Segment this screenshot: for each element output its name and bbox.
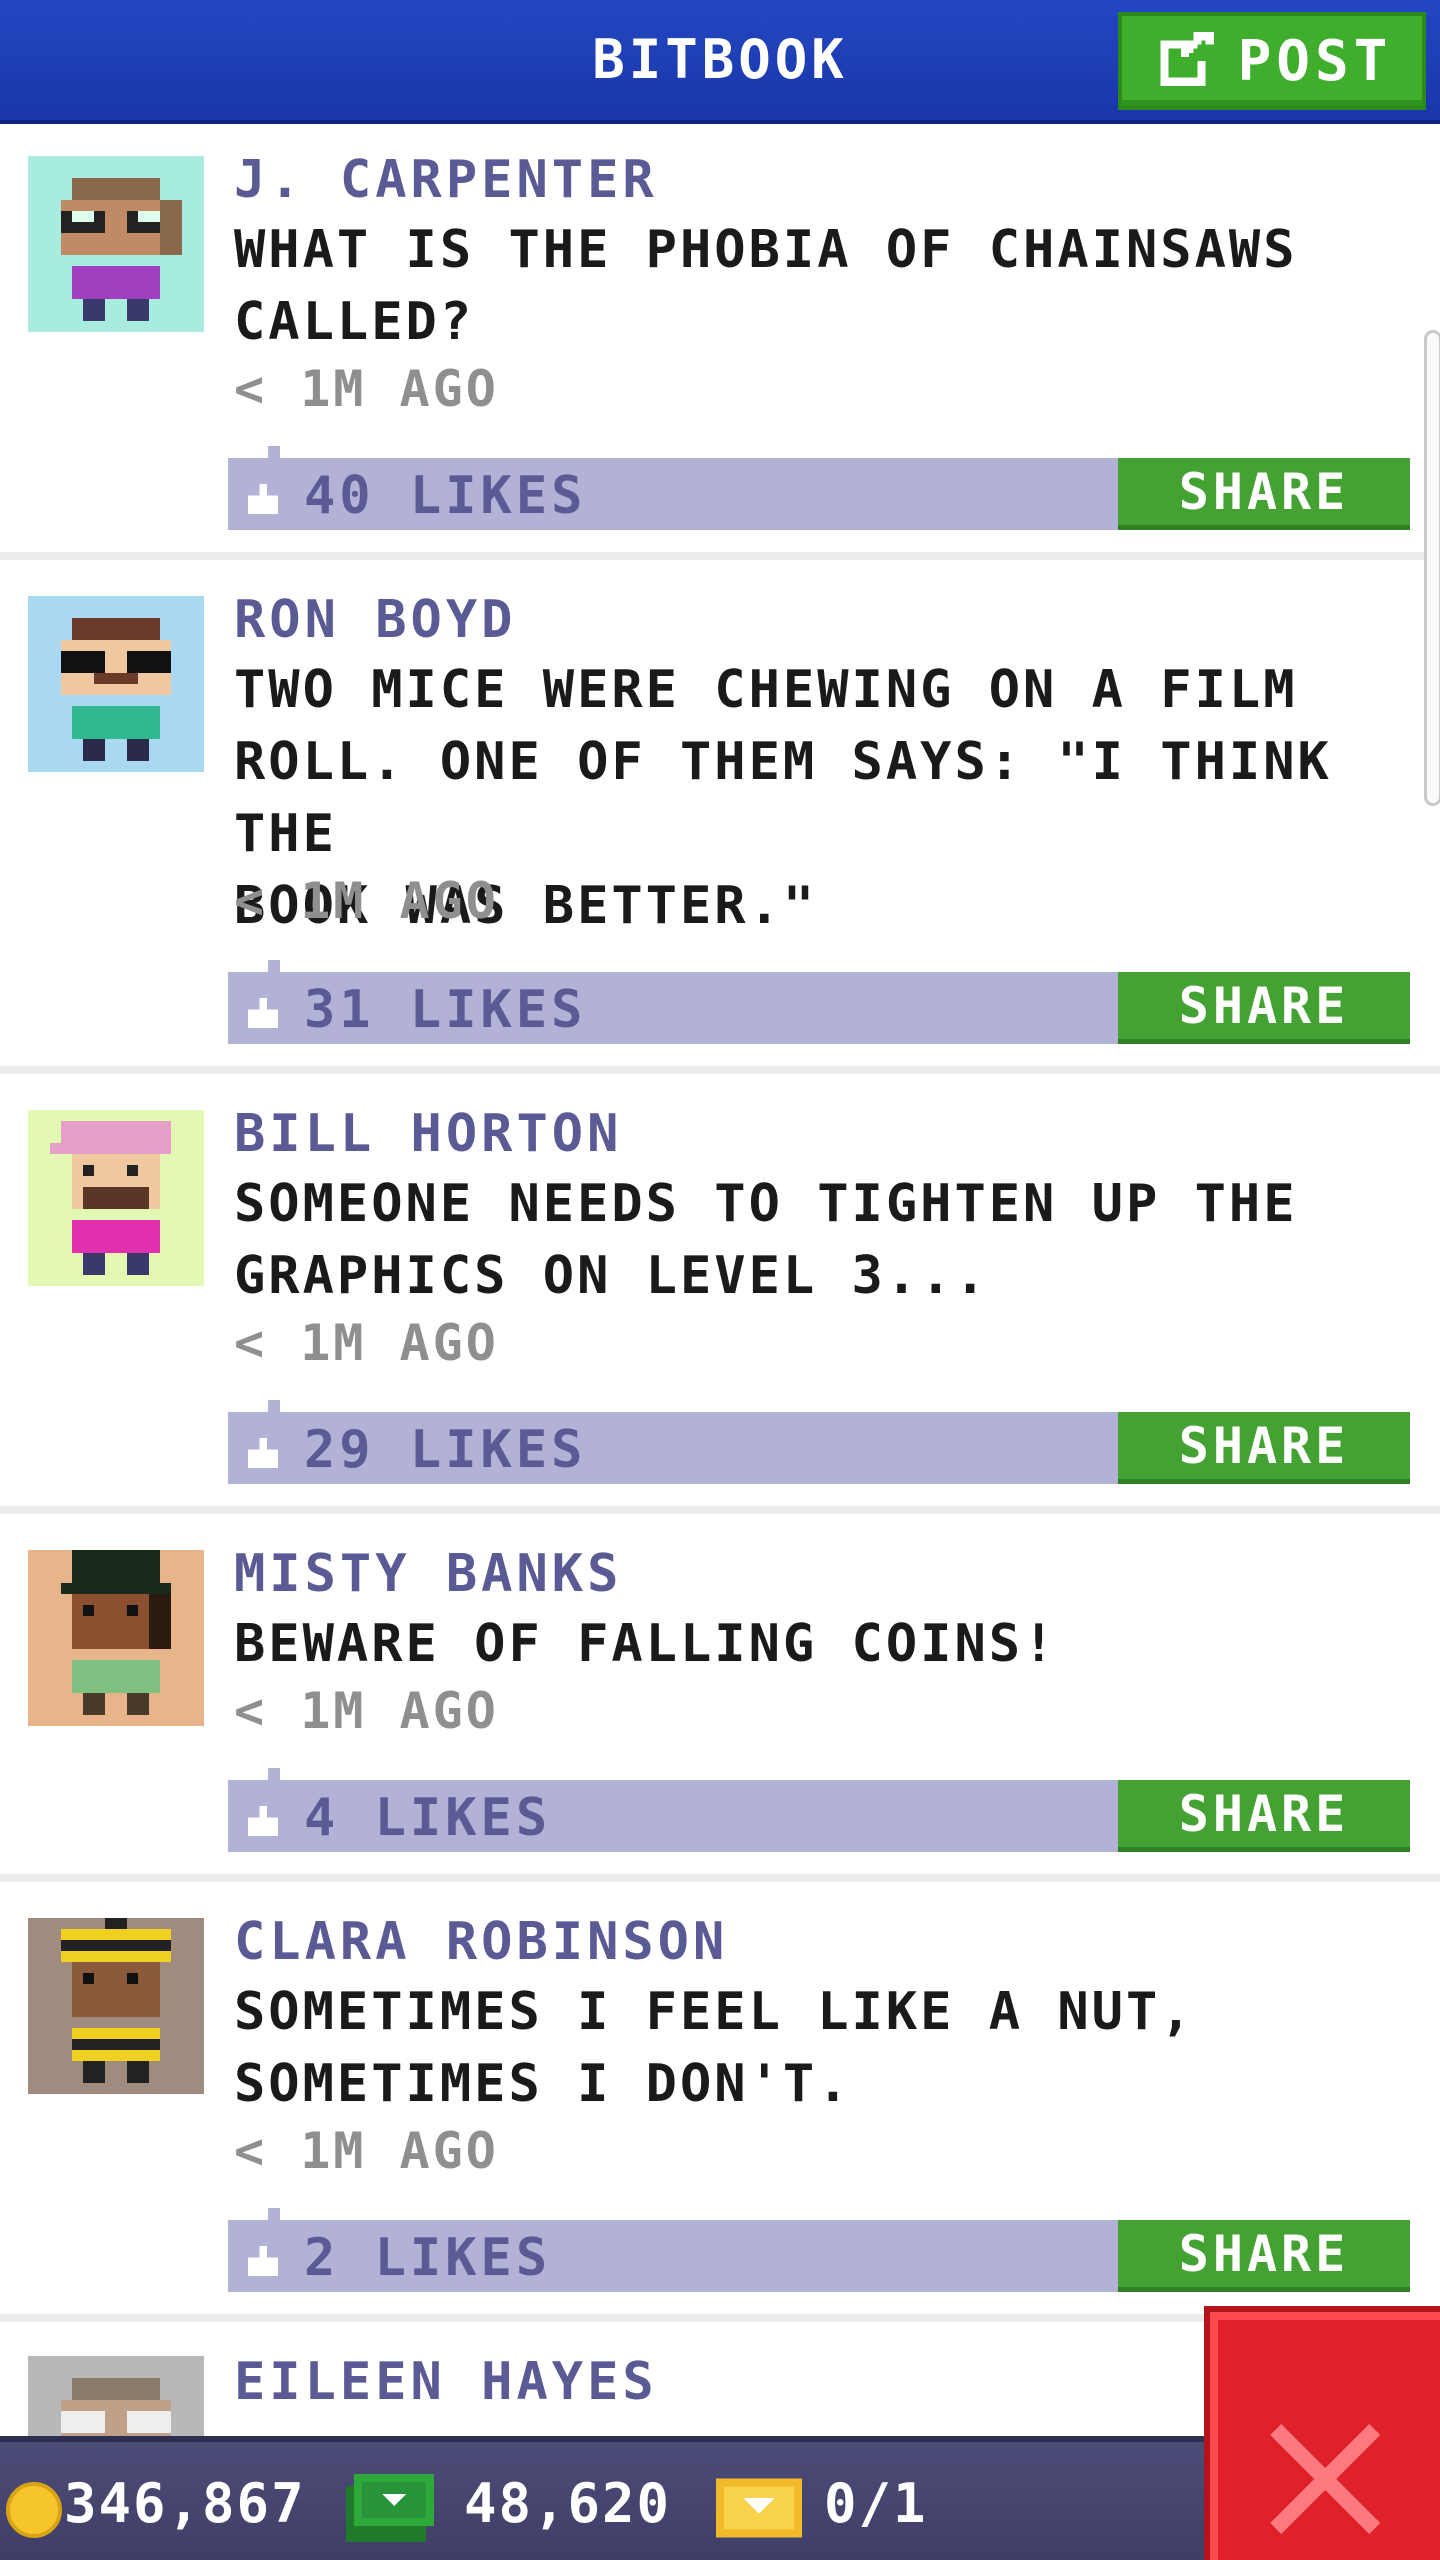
- like-bar-notch: [268, 960, 280, 972]
- avatar[interactable]: [28, 2356, 204, 2436]
- post-time: < 1M AGO: [234, 2122, 499, 2180]
- post-message: SOMETIMES I FEEL LIKE A NUT, SOMETIMES I…: [234, 1982, 1195, 2114]
- post-message: SOMEONE NEEDS TO TIGHTEN UP THE GRAPHICS…: [234, 1174, 1298, 1306]
- like-bar: 2 LIKES SHARE: [228, 2208, 1410, 2292]
- avatar[interactable]: [28, 1550, 204, 1726]
- like-count: 40 LIKES: [304, 466, 587, 526]
- feed-post: BILL HORTON SOMEONE NEEDS TO TIGHTEN UP …: [0, 1082, 1440, 1514]
- thumbs-up-icon[interactable]: [248, 2246, 278, 2276]
- thumbs-up-icon[interactable]: [248, 484, 278, 514]
- avatar[interactable]: [28, 1918, 204, 2094]
- share-button[interactable]: SHARE: [1118, 1780, 1410, 1852]
- thumbs-up-icon[interactable]: [248, 998, 278, 1028]
- share-button[interactable]: SHARE: [1118, 458, 1410, 530]
- like-bar-notch: [268, 2208, 280, 2220]
- post-author[interactable]: CLARA ROBINSON: [234, 1912, 728, 1972]
- like-count: 2 LIKES: [304, 2228, 552, 2288]
- like-bar-notch: [268, 1400, 280, 1412]
- ticket-count: 0/1: [824, 2472, 928, 2535]
- close-icon: [1270, 2424, 1380, 2534]
- like-bar: 29 LIKES SHARE: [228, 1400, 1410, 1484]
- post-button[interactable]: POST: [1118, 12, 1426, 110]
- scrollbar[interactable]: [1424, 330, 1440, 806]
- like-bar-notch: [268, 1768, 280, 1780]
- feed-post: MISTY BANKS BEWARE OF FALLING COINS! < 1…: [0, 1522, 1440, 1882]
- coin-icon: [6, 2482, 62, 2538]
- like-bar: 4 LIKES SHARE: [228, 1768, 1410, 1852]
- share-button[interactable]: SHARE: [1118, 1412, 1410, 1484]
- post-author[interactable]: RON BOYD: [234, 590, 516, 650]
- avatar[interactable]: [28, 1110, 204, 1286]
- cash-icon: [346, 2474, 434, 2542]
- post-time: < 1M AGO: [234, 360, 499, 418]
- post-message: WHAT IS THE PHOBIA OF CHAINSAWS CALLED?: [234, 220, 1298, 352]
- like-count: 31 LIKES: [304, 980, 587, 1040]
- feed-post: RON BOYD TWO MICE WERE CHEWING ON A FILM…: [0, 568, 1440, 1074]
- like-count: 4 LIKES: [304, 1788, 552, 1848]
- bux-count: 48,620: [464, 2472, 672, 2535]
- post-author[interactable]: J. CARPENTER: [234, 150, 658, 210]
- edit-icon: [1159, 32, 1214, 86]
- ticket-icon: [716, 2478, 802, 2538]
- like-bar-notch: [268, 446, 280, 458]
- feed-post: J. CARPENTER WHAT IS THE PHOBIA OF CHAIN…: [0, 128, 1440, 560]
- thumbs-up-icon[interactable]: [248, 1806, 278, 1836]
- like-bar: 40 LIKES SHARE: [228, 446, 1410, 530]
- post-author[interactable]: EILEEN HAYES: [234, 2352, 658, 2412]
- share-button[interactable]: SHARE: [1118, 972, 1410, 1044]
- post-time: < 1M AGO: [234, 1682, 499, 1740]
- like-count: 29 LIKES: [304, 1420, 587, 1480]
- avatar[interactable]: [28, 596, 204, 772]
- post-button-label: POST: [1237, 28, 1393, 94]
- post-author[interactable]: MISTY BANKS: [234, 1544, 622, 1604]
- close-button[interactable]: [1204, 2306, 1440, 2560]
- app-header: BITBOOK POST: [0, 0, 1440, 124]
- coin-count: 346,867: [64, 2472, 306, 2535]
- share-button[interactable]: SHARE: [1118, 2220, 1410, 2292]
- like-bar: 31 LIKES SHARE: [228, 960, 1410, 1044]
- avatar[interactable]: [28, 156, 204, 332]
- feed-post: CLARA ROBINSON SOMETIMES I FEEL LIKE A N…: [0, 1890, 1440, 2322]
- post-author[interactable]: BILL HORTON: [234, 1104, 622, 1164]
- post-time: < 1M AGO: [234, 1314, 499, 1372]
- post-time: < 1M AGO: [234, 872, 499, 930]
- post-message: BEWARE OF FALLING COINS!: [234, 1614, 1058, 1674]
- thumbs-up-icon[interactable]: [248, 1438, 278, 1468]
